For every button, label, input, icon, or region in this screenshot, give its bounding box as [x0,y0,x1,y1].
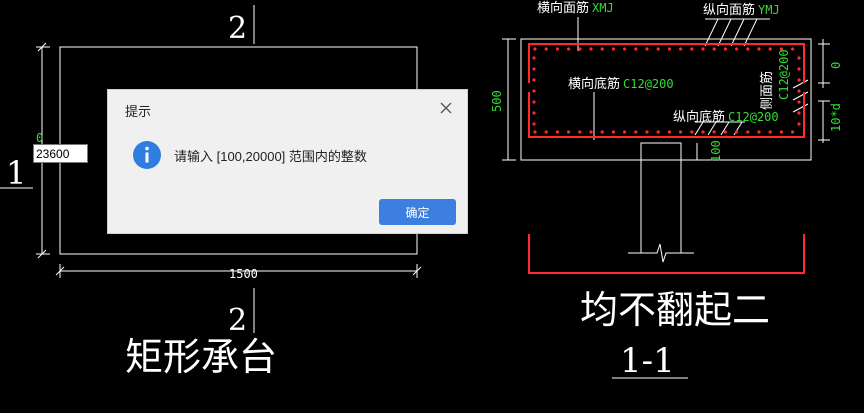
rebar-dot [533,47,537,51]
rebar-dot [701,47,705,51]
svg-text:侧面筋: 侧面筋 [759,71,775,110]
section-id: 1-1 [620,341,675,381]
section-mark-top: 2 [228,11,247,46]
dialog-message: 请输入 [100,20000] 范围内的整数 [174,149,367,164]
rebar-dot [690,130,694,134]
rebar-dot [757,47,761,51]
rebar-dot [797,89,801,93]
rebar-dot [555,130,560,134]
label-side-code: C12@200 [777,49,791,100]
rebar-dot [567,47,571,51]
dialog-title: 提示 [125,104,152,119]
rebar-dot [791,130,795,134]
rebar-dot [623,130,627,134]
rebar-dot [656,130,660,134]
rebar-dot [797,67,801,71]
rebar-dot [532,122,536,126]
svg-text:横向底筋C12@200: 横向底筋 C12@200 [568,76,674,92]
rebar-dot [532,56,536,60]
rebar-dot [735,47,739,51]
rebar-dot [578,47,582,51]
rebar-dot [634,130,638,134]
svg-text:纵向面筋YMJ: 纵向面筋 YMJ [703,2,780,18]
rebar-dot [779,130,784,134]
rebar-dot [589,130,593,134]
value-input[interactable] [33,144,88,163]
section-mark-bottom: 2 [228,303,247,338]
rebar-dot [723,130,728,134]
section-height-text: 500 [490,90,504,112]
rebar-dot [578,130,582,134]
label-top-transverse: 横向面筋 [537,0,589,16]
rebar-dot [532,100,536,104]
rebar-dot [791,47,795,51]
rebar-dot [712,47,716,51]
rebar-dot [797,56,801,60]
pile-break-line [628,243,694,263]
rebar-dot [533,130,537,134]
rebar-dot [544,130,548,134]
plan-title: 矩形承台 [125,335,277,379]
rebar-dot [611,47,616,51]
rebar-dot [667,47,672,51]
rebar-dot [667,130,672,134]
label-top-longitudinal: 纵向面筋 [703,2,755,18]
rebar-dot [600,47,604,51]
label-bottom-longitudinal-code: C12@200 [728,110,779,124]
section-caption: 均不翻起二 [580,288,770,332]
rebar-dot [589,47,593,51]
rebar-dot [797,111,801,115]
rebar-dot [656,47,660,51]
width-dimension-text: 1500 [229,267,258,281]
info-icon [133,141,161,169]
rebar-dot [723,47,728,51]
rebar-dot [611,130,616,134]
rebar-dot [757,130,761,134]
svg-text:纵向底筋C12@200: 纵向底筋 C12@200 [673,109,779,125]
rebar-dot [679,130,683,134]
rebar-dot [532,78,536,82]
top-cover-dimension-text: 0 [829,62,843,69]
label-bottom-longitudinal: 纵向底筋 [673,109,725,125]
rebar-dot [746,47,750,51]
rebar-dot [690,47,694,51]
rebar-dot [797,122,801,126]
rebar-dot [634,47,638,51]
rebar-dot [645,130,649,134]
rebar-dot [768,47,772,51]
rebar-dot [735,130,739,134]
rebar-dot [567,130,571,134]
height-dimension-text: 0 [36,131,43,145]
rebar-dot [768,130,772,134]
rebar-dot [555,47,560,51]
rebar-dot [544,47,548,51]
label-top-longitudinal-code: YMJ [758,3,780,17]
svg-text:横向面筋XMJ: 横向面筋 XMJ [537,0,614,16]
rebar-dot [679,47,683,51]
rebar-dot [712,130,716,134]
rebar-dot [532,89,536,93]
side-mark: 1 [6,154,26,192]
rebar-dot [600,130,604,134]
rebar-dot [645,47,649,51]
label-top-transverse-code: XMJ [592,1,614,15]
rebar-dot [746,130,750,134]
label-side: 侧面筋 [759,71,775,110]
anchor-dimension-text: 10*d [829,103,843,132]
label-bottom-transverse-code: C12@200 [623,77,674,91]
close-icon[interactable] [435,97,457,119]
message-dialog: 提示 请输入 [100,20000] 范围内的整数 确定 [107,89,468,234]
pile-embed-dimension-text: 100 [709,140,723,162]
label-bottom-transverse: 横向底筋 [568,76,620,92]
rebar-dot [797,78,801,82]
rebar-dot [701,130,705,134]
rebar-dot [623,47,627,51]
ok-button[interactable]: 确定 [379,199,456,225]
rebar-dot [532,67,536,71]
rebar-dot [797,100,801,104]
rebar-dot [532,111,536,115]
